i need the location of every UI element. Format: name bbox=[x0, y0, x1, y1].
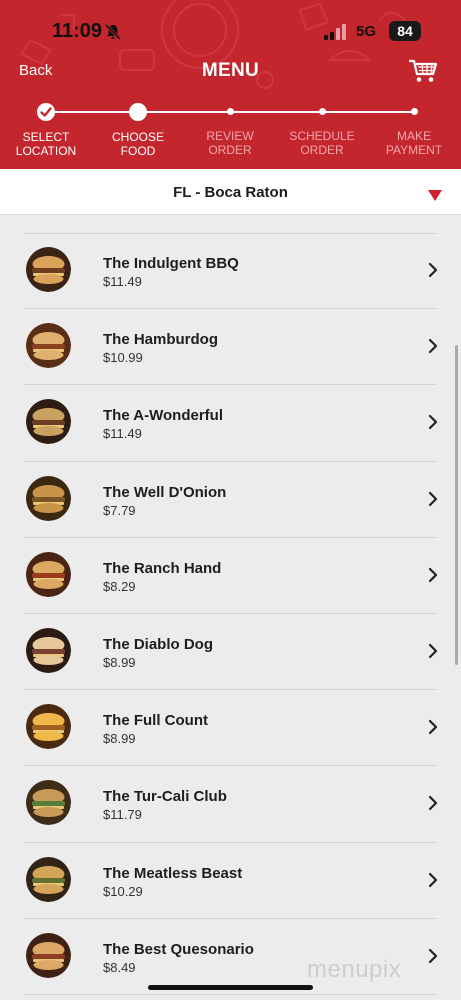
check-circle-icon bbox=[37, 103, 55, 121]
menu-item[interactable]: The Tur-Cali Club $11.79 bbox=[24, 766, 438, 843]
menu-item[interactable]: The Meatless Beast $10.29 bbox=[24, 843, 438, 919]
home-indicator[interactable] bbox=[148, 985, 313, 990]
watermark: menupix bbox=[307, 956, 402, 983]
chevron-right-icon bbox=[428, 720, 438, 735]
chevron-right-icon bbox=[428, 491, 438, 506]
menu-item-price: $8.29 bbox=[103, 578, 136, 594]
location-name: FL - Boca Raton bbox=[173, 184, 288, 201]
food-photo bbox=[26, 551, 71, 597]
battery-indicator: 84 bbox=[389, 21, 421, 41]
step-label: SELECT LOCATION bbox=[15, 130, 77, 158]
chevron-right-icon bbox=[428, 796, 438, 811]
food-photo bbox=[26, 932, 71, 978]
menu-item[interactable]: The Hamburdog $10.99 bbox=[24, 309, 438, 386]
order-progress-stepper: SELECT LOCATION CHOOSE FOOD REVIEW ORDER SC… bbox=[0, 100, 461, 166]
food-photo bbox=[26, 627, 71, 673]
food-photo bbox=[26, 399, 71, 445]
location-selector[interactable]: FL - Boca Raton bbox=[0, 169, 461, 215]
step-dot-icon bbox=[226, 108, 234, 115]
food-photo bbox=[26, 704, 71, 750]
menu-item-name: The Indulgent BBQ bbox=[103, 255, 239, 272]
menu-item-name: The Tur-Cali Club bbox=[103, 788, 227, 806]
step-dot-icon bbox=[410, 108, 418, 115]
menu-item-price: $8.99 bbox=[103, 654, 136, 670]
menu-item-price: $8.49 bbox=[103, 959, 136, 975]
step-label: REVIEW ORDER bbox=[206, 129, 254, 157]
stepper-step: MAKE PAYMENT bbox=[369, 100, 459, 157]
cellular-signal-icon bbox=[324, 24, 346, 40]
status-bar: 11:09 5G 84 bbox=[0, 14, 461, 48]
menu-item-name: The Hamburdog bbox=[103, 331, 218, 349]
step-label: MAKE PAYMENT bbox=[385, 129, 443, 157]
menu-item-price: $11.49 bbox=[103, 274, 142, 289]
dropdown-triangle-icon[interactable] bbox=[428, 190, 442, 201]
step-dot-icon bbox=[318, 108, 326, 115]
chevron-right-icon bbox=[428, 643, 438, 659]
chevron-right-icon bbox=[428, 948, 438, 963]
menu-item-name: The Full Count bbox=[103, 712, 208, 730]
food-photo bbox=[26, 247, 71, 292]
step-label: SCHEDULE ORDER bbox=[289, 129, 355, 157]
food-photo bbox=[26, 780, 71, 826]
network-type: 5G bbox=[356, 23, 377, 40]
stepper-step: SELECT LOCATION bbox=[1, 100, 91, 158]
menu-item-name: The Ranch Hand bbox=[103, 559, 222, 577]
step-dot-icon bbox=[129, 103, 147, 121]
menu-item[interactable]: The Well D'Onion $7.79 bbox=[24, 462, 438, 538]
menu-item-price: $8.99 bbox=[103, 731, 136, 747]
menu-item-name: The A-Wonderful bbox=[103, 407, 223, 425]
menu-item-name: The Well D'Onion bbox=[103, 483, 227, 501]
chevron-right-icon bbox=[428, 339, 438, 354]
chevron-right-icon bbox=[428, 567, 438, 582]
menu-item-price: $10.99 bbox=[103, 350, 143, 366]
menu-item[interactable]: The Full Count $8.99 bbox=[24, 690, 438, 767]
menu-item[interactable]: The A-Wonderful $11.49 bbox=[24, 385, 438, 462]
menu-item-name: The Diablo Dog bbox=[103, 635, 213, 653]
food-photo bbox=[26, 856, 71, 902]
menu-item-price: $11.49 bbox=[103, 426, 142, 442]
stepper-step: REVIEW ORDER bbox=[185, 100, 275, 157]
stepper-step: SCHEDULE ORDER bbox=[277, 100, 367, 157]
menu-item[interactable]: The Ranch Hand $8.29 bbox=[24, 538, 438, 614]
stepper-step: CHOOSE FOOD bbox=[93, 100, 183, 158]
menu-item-price: $11.79 bbox=[103, 807, 142, 823]
page-title: MENU bbox=[201, 60, 260, 81]
bell-off-icon bbox=[104, 23, 122, 41]
menu-item-name: The Best Quesonario bbox=[103, 940, 254, 958]
scrollbar[interactable] bbox=[455, 345, 458, 665]
chevron-right-icon bbox=[428, 262, 438, 278]
shopping-cart-icon[interactable] bbox=[408, 58, 438, 84]
step-label: CHOOSE FOOD bbox=[111, 130, 164, 158]
food-photo bbox=[26, 323, 71, 369]
food-photo bbox=[26, 475, 71, 521]
chevron-right-icon bbox=[428, 415, 438, 430]
chevron-right-icon bbox=[428, 872, 438, 887]
app-header: 11:09 5G 84 Back MENU SELECT LOCATION CHO… bbox=[0, 0, 461, 169]
menu-item-list: The Indulgent BBQ $11.49 The Hamburdog $10.… bbox=[0, 233, 461, 995]
menu-item-price: $10.29 bbox=[103, 883, 143, 899]
menu-item-price: $7.79 bbox=[103, 502, 136, 518]
menu-item[interactable]: The Indulgent BBQ $11.49 bbox=[24, 233, 438, 310]
menu-item[interactable]: The Diablo Dog $8.99 bbox=[24, 614, 438, 691]
status-time: 11:09 bbox=[52, 20, 103, 42]
menu-item-name: The Meatless Beast bbox=[103, 864, 243, 882]
